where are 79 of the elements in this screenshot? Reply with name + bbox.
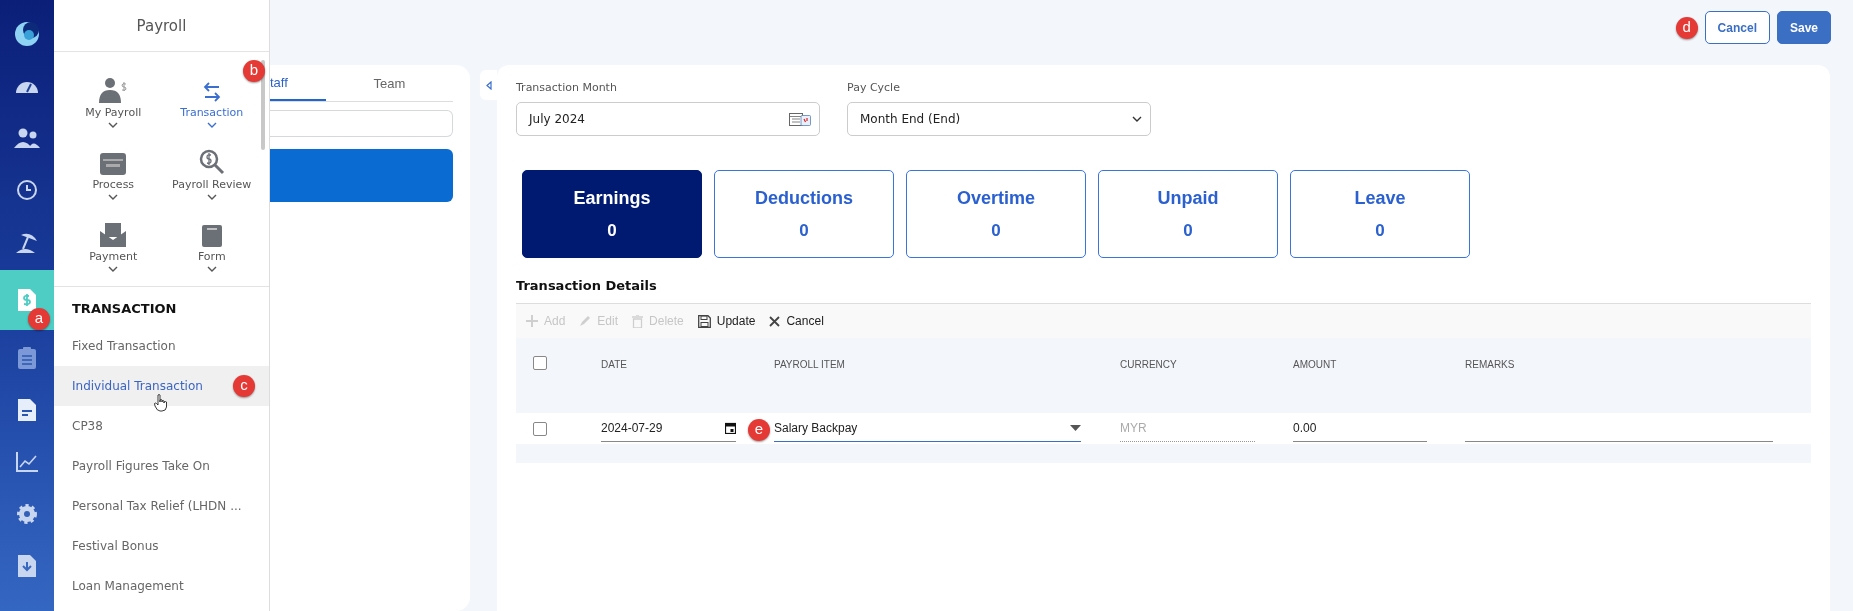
module-tile[interactable]: Form [197,210,226,272]
field-label: Transaction Month [516,81,618,94]
annotation-marker: d [1675,16,1698,39]
chevron-down-icon [108,122,119,128]
column-header: PAYROLL ITEM [774,358,846,372]
plus-icon [526,315,538,327]
chevron-down-icon [108,194,119,200]
collapse-tab[interactable] [480,70,497,100]
cancel-button[interactable]: Cancel [769,314,824,328]
save-button[interactable]: Save [1776,11,1831,44]
chevron-down-icon [206,122,217,128]
date-input[interactable]: 2024-07-29 [601,415,736,442]
category-tab[interactable]: Unpaid 0 [1098,170,1278,258]
people-icon[interactable] [14,128,40,148]
chevron-down-icon [108,266,119,272]
clipboard-icon[interactable] [18,347,36,369]
module-tile[interactable]: Payroll Review [172,138,252,200]
category-tab[interactable]: Deductions 0 [714,170,894,258]
annotation-marker: a [28,308,50,330]
section-title: Transaction Details [516,278,658,293]
category-tab[interactable]: Overtime 0 [906,170,1086,258]
hand-pointer-icon [154,394,168,412]
column-header: AMOUNT [1293,358,1338,372]
category-tab[interactable]: Leave 0 [1290,170,1470,258]
menu-item[interactable]: Payroll Figures Take On [54,446,269,486]
field-label: Pay Cycle [847,81,901,94]
module-tile[interactable]: Transaction [180,66,244,128]
dollar-magnifier-icon [198,149,225,175]
chevron-down-icon [1132,116,1142,122]
dollar-document-icon[interactable] [18,289,36,311]
module-tile[interactable]: Payment [89,210,138,272]
search-field[interactable] [270,110,453,137]
module-tile[interactable]: My Payroll [85,66,142,128]
menu-item[interactable]: Fixed Transaction [54,326,269,366]
menu-item[interactable]: CP38 [54,406,269,446]
dropdown-field[interactable]: Month End (End) [847,102,1151,136]
annotation-marker: e [748,418,770,441]
amount-input[interactable]: 0.00 [1293,415,1427,442]
select-all-checkbox[interactable] [533,356,547,370]
cancel-button[interactable]: Cancel [1704,11,1770,44]
chevron-down-icon [206,194,217,200]
scrollbar[interactable] [261,60,265,150]
caret-left-icon [485,80,492,90]
clock-icon[interactable] [16,179,38,201]
row-checkbox[interactable] [533,421,547,436]
trash-icon [632,314,644,328]
payroll-item-dropdown[interactable]: Salary Backpay [774,415,1081,442]
annotation-marker: c [233,375,255,397]
card-reader-icon [100,153,127,175]
column-header: DATE [601,358,628,372]
beach-umbrella-icon[interactable] [15,231,39,253]
category-tab[interactable]: Earnings 0 [522,170,702,258]
document-icon[interactable] [18,399,36,421]
dropdown-arrow-icon [1070,425,1081,431]
menu-item[interactable]: Loan Management [54,566,269,606]
person-dollar-icon [98,77,129,103]
line-chart-icon[interactable] [16,452,38,472]
month-field[interactable]: July 2024 [516,102,820,136]
section-heading: TRANSACTION [71,300,178,318]
save-button[interactable]: Update [697,314,756,328]
form-icon [201,225,222,247]
annotation-marker: b [243,60,265,82]
tab[interactable]: Team [326,65,453,101]
tab[interactable]: taff [270,65,326,101]
gear-icon[interactable] [16,503,38,525]
chevron-down-icon [206,266,217,272]
menu-title: Payroll [54,0,269,52]
calendar-icon [725,422,736,434]
pencil-icon [579,315,592,327]
download-document-icon[interactable] [18,555,36,577]
money-envelope-icon [100,223,127,247]
menu-item[interactable]: Personal Tax Relief (LHDN ... [54,486,269,526]
calendar-icon [789,112,811,126]
column-header: REMARKS [1465,358,1516,372]
close-icon [769,315,781,327]
menu-item[interactable]: Festival Bonus [54,526,269,566]
column-header: CURRENCY [1120,358,1178,372]
module-tile[interactable]: Process [92,138,135,200]
moon-logo-icon [14,21,40,47]
